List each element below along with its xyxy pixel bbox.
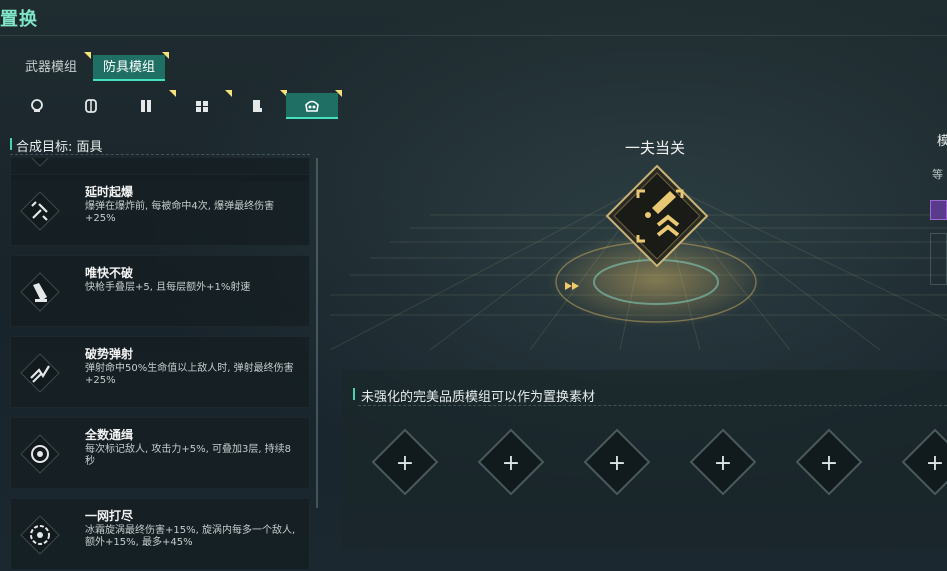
slot-face-mask[interactable] (286, 90, 342, 119)
quality-badge (930, 200, 947, 220)
list-item[interactable]: 破势弹射 弹射命中50%生命值以上敌人时, 弹射最终伤害+25% (10, 336, 310, 408)
new-marker-icon (162, 52, 170, 59)
slot-gloves[interactable] (120, 90, 176, 119)
perk-name: 破势弹射 (85, 347, 134, 361)
screen-title: 置换 (0, 9, 38, 30)
add-icon: + (477, 428, 545, 496)
side-panel-title: 模 (937, 134, 947, 149)
add-icon: + (583, 428, 651, 496)
add-label: + (608, 451, 626, 476)
tab-armor-mods[interactable]: 防具模组 (93, 52, 170, 81)
fast-gun-icon (20, 272, 60, 312)
boots-icon (253, 100, 262, 112)
slot-mask[interactable] (11, 93, 63, 119)
frost-vortex-icon (20, 515, 60, 555)
add-icon: + (901, 428, 947, 496)
list-item[interactable]: 一网打尽 冰霜旋涡最终伤害+15%, 旋涡内每多一个敌人, 额外+15%, 最多… (10, 498, 310, 570)
material-slot[interactable]: + (477, 428, 545, 496)
perk-desc: 快枪手叠层+5, 且每层额外+1%射速 (85, 282, 251, 293)
add-label: + (502, 451, 520, 476)
add-label: + (714, 451, 732, 476)
target-name: 一夫当关 (624, 139, 685, 157)
add-label: + (396, 451, 414, 476)
target-emblem-icon (605, 164, 709, 268)
face-mask-icon (305, 100, 319, 112)
new-marker-icon (169, 90, 176, 97)
side-panel-box (930, 233, 947, 285)
perk-list[interactable]: 延时起爆 爆弹在爆炸前, 每被命中4次, 爆弹最终伤害+25% 唯快不破 快枪手… (10, 158, 310, 571)
materials-title: 未强化的完美品质模组可以作为置换素材 (352, 386, 595, 405)
left-panel-title: 合成目标: 面具 (10, 136, 103, 155)
scrollbar[interactable] (316, 158, 318, 508)
mask-icon (31, 99, 43, 112)
bounce-icon (20, 353, 60, 393)
material-slot[interactable]: + (795, 428, 863, 496)
material-slot[interactable]: + (371, 428, 439, 496)
slot-pants[interactable] (176, 90, 232, 119)
perk-name: 唯快不破 (85, 266, 134, 280)
new-marker-icon (335, 90, 342, 97)
material-slot[interactable]: + (583, 428, 651, 496)
add-label: + (926, 451, 944, 476)
tab-weapon-mods[interactable]: 武器模组 (15, 52, 92, 81)
armor-icon (85, 99, 97, 113)
perk-icon (31, 158, 49, 167)
pants-icon (196, 101, 208, 112)
perk-name: 一网打尽 (85, 509, 134, 523)
side-panel-sub: 等 (932, 168, 943, 181)
slot-boots[interactable] (231, 90, 287, 119)
perk-desc: 弹射命中50%生命值以上敌人时, 弹射最终伤害+25% (85, 363, 294, 386)
material-slot[interactable]: + (689, 428, 757, 496)
gloves-icon (141, 100, 151, 112)
add-icon: + (689, 428, 757, 496)
perk-name: 全数通缉 (85, 428, 134, 442)
top-bar: 置换 (0, 0, 947, 36)
material-slot[interactable]: + (901, 428, 947, 496)
list-item[interactable]: 唯快不破 快枪手叠层+5, 且每层额外+1%射速 (10, 255, 310, 327)
wanted-icon (20, 434, 60, 474)
perk-desc: 冰霜旋涡最终伤害+15%, 旋涡内每多一个敌人, 额外+15%, 最多+45% (85, 525, 296, 548)
list-item[interactable]: 全数通缉 每次标记敌人, 攻击力+5%, 可叠加3层, 持续8秒 (10, 417, 310, 489)
add-icon: + (371, 428, 439, 496)
add-label: + (820, 451, 838, 476)
list-item[interactable]: 延时起爆 爆弹在爆炸前, 每被命中4次, 爆弹最终伤害+25% (10, 174, 310, 246)
tab-weapon-mods-label: 武器模组 (25, 60, 78, 75)
new-marker-icon (84, 52, 92, 59)
detonation-icon (20, 191, 60, 231)
add-icon: + (795, 428, 863, 496)
divider (10, 154, 310, 155)
divider (358, 405, 947, 406)
slot-armor[interactable] (65, 93, 117, 119)
tab-armor-mods-label: 防具模组 (103, 60, 156, 75)
perk-name: 延时起爆 (85, 185, 134, 199)
perk-desc: 爆弹在爆炸前, 每被命中4次, 爆弹最终伤害+25% (85, 201, 275, 224)
perk-desc: 每次标记敌人, 攻击力+5%, 可叠加3层, 持续8秒 (85, 444, 292, 467)
